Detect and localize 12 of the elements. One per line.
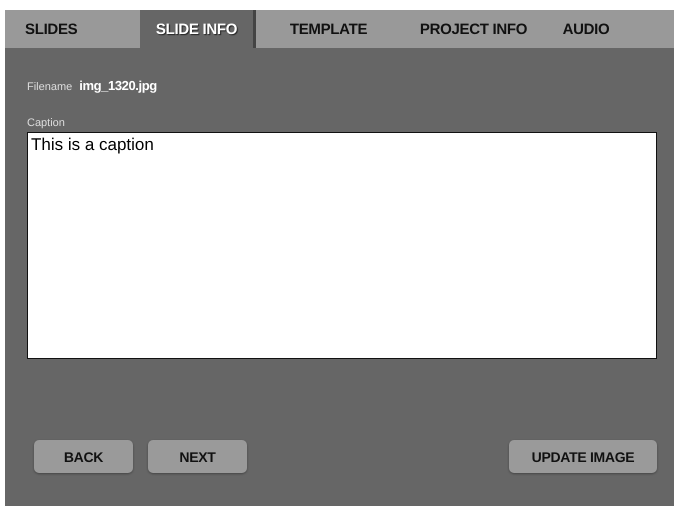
update-image-button[interactable]: UPDATE IMAGE — [509, 440, 657, 473]
tab[interactable]: SLIDES — [25, 10, 140, 48]
filename-label: Filename — [27, 81, 72, 93]
tab[interactable]: PROJECT INFO — [401, 10, 546, 48]
caption-label: Caption — [27, 117, 66, 129]
tab[interactable]: SLIDE INFO — [140, 10, 256, 48]
filename-value: img_1320.jpg — [79, 78, 157, 93]
next-button[interactable]: NEXT — [148, 440, 247, 473]
back-button[interactable]: BACK — [34, 440, 133, 473]
caption-field[interactable]: This is a caption — [27, 132, 657, 359]
tab[interactable]: AUDIO — [546, 10, 626, 48]
tab[interactable]: TEMPLATE — [256, 10, 401, 48]
